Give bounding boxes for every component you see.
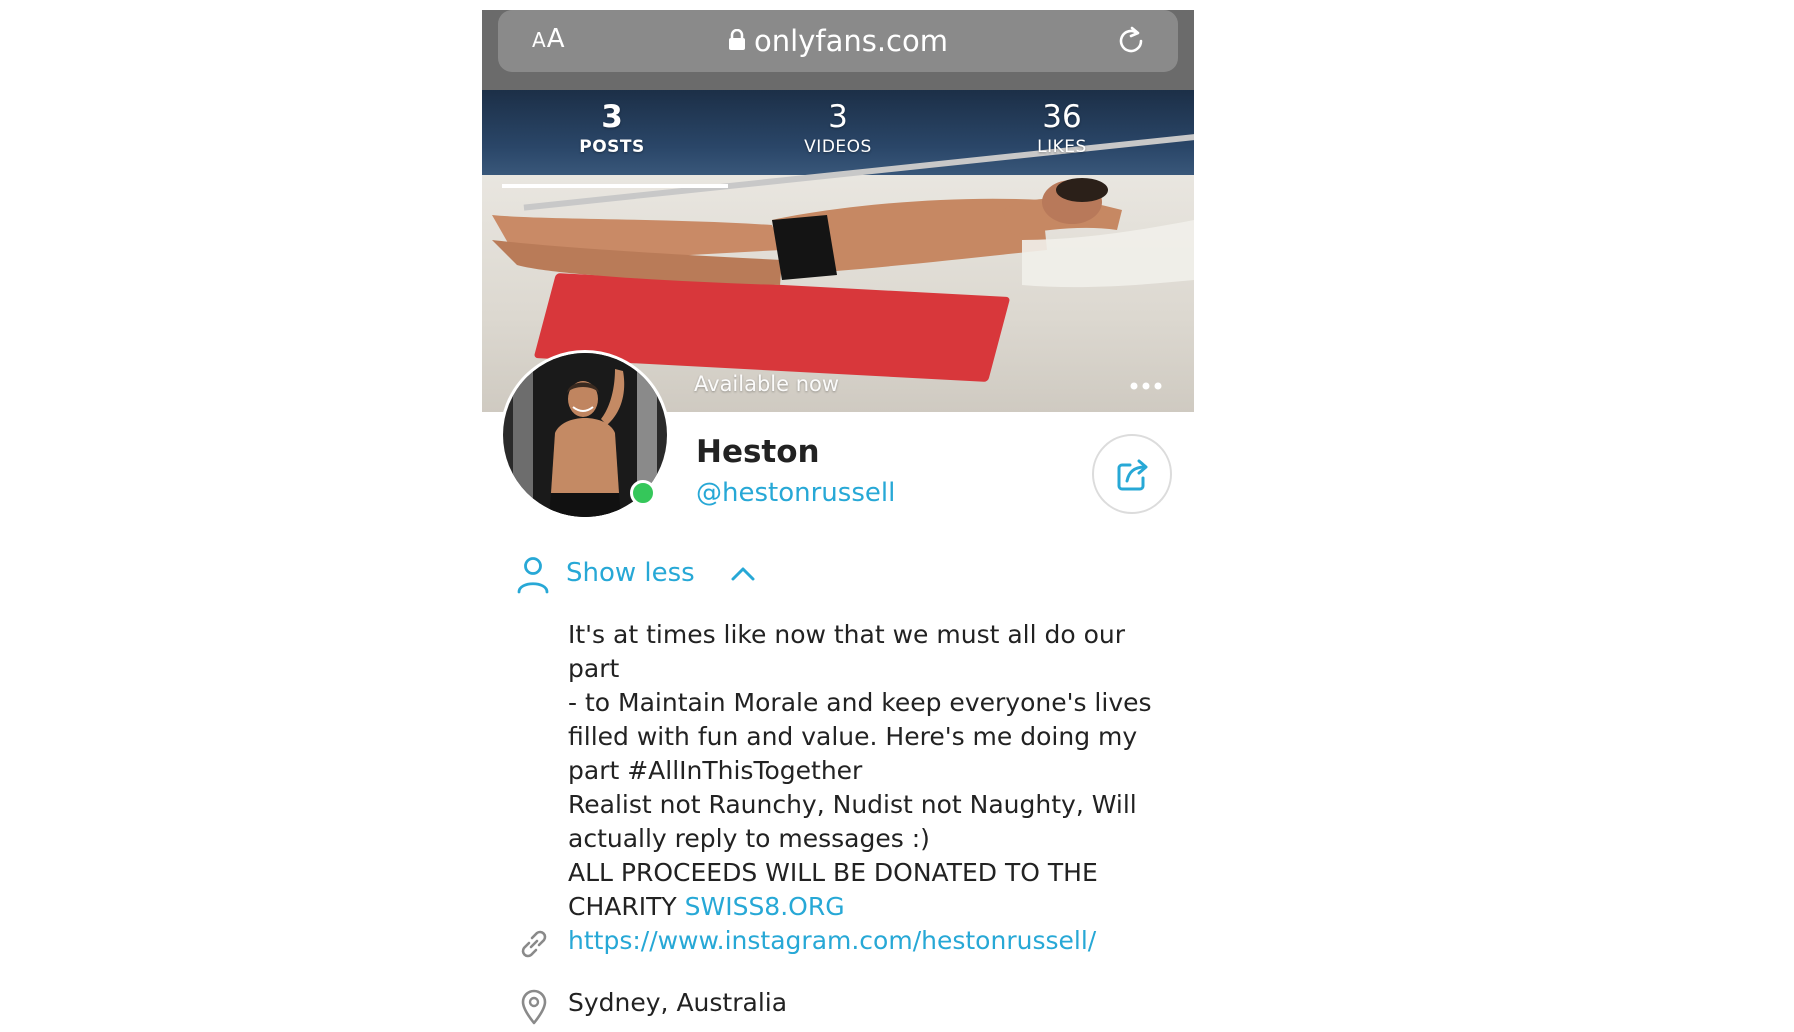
bio-line: part #AllInThisTogether	[568, 756, 863, 785]
charity-prefix: CHARITY	[568, 892, 677, 921]
stat-videos[interactable]: 3 VIDEOS	[738, 98, 938, 158]
username[interactable]: @hestonrussell	[696, 478, 895, 508]
profile-bio: It's at times like now that we must all …	[568, 618, 1168, 924]
charity-link[interactable]: SWISS8.ORG	[685, 892, 845, 921]
bio-line: actually reply to messages :)	[568, 824, 930, 853]
bio-line: Realist not Raunchy, Nudist not Naughty,…	[568, 790, 1137, 819]
stat-posts[interactable]: 3 POSTS	[512, 98, 712, 158]
stat-likes-count: 36	[1042, 99, 1082, 135]
stat-posts-count: 3	[601, 99, 623, 135]
online-indicator	[630, 480, 656, 506]
stat-posts-label: POSTS	[579, 137, 645, 157]
availability-status: Available now	[694, 372, 840, 396]
user-icon	[517, 557, 549, 594]
share-icon	[1117, 459, 1148, 491]
phone-screen: AA onlyfans.com 3 POSTS 3 VIDEOS 36 LIKE…	[482, 10, 1194, 1032]
url-display[interactable]: onlyfans.com	[498, 24, 1178, 58]
bio-line-charity: CHARITY SWISS8.ORG	[568, 890, 1168, 924]
bio-line: - to Maintain Morale and keep everyone's…	[568, 688, 1152, 717]
location-text: Sydney, Australia	[568, 988, 788, 1017]
url-text: onlyfans.com	[754, 24, 948, 58]
bio-line: It's at times like now that we must all …	[568, 620, 1126, 683]
more-icon[interactable]	[1128, 380, 1164, 392]
stat-likes-label: LIKES	[1037, 137, 1087, 157]
lock-icon	[729, 29, 746, 50]
url-field[interactable]: AA onlyfans.com	[498, 10, 1178, 72]
location-row: Sydney, Australia	[516, 986, 1186, 1026]
share-button[interactable]	[1092, 434, 1172, 514]
browser-address-bar: AA onlyfans.com	[482, 10, 1194, 90]
profile-stats: 3 POSTS 3 VIDEOS 36 LIKES	[482, 98, 1194, 188]
bio-line: ALL PROCEEDS WILL BE DONATED TO THE	[568, 858, 1098, 887]
reload-icon[interactable]	[1114, 24, 1148, 58]
chevron-up-icon	[731, 567, 755, 581]
link-icon	[521, 930, 547, 958]
location-pin-icon	[521, 989, 547, 1025]
show-less-label: Show less	[566, 558, 695, 588]
website-link[interactable]: https://www.instagram.com/hestonrussell/	[568, 926, 1096, 955]
stat-videos-count: 3	[828, 99, 848, 135]
stat-videos-label: VIDEOS	[804, 137, 872, 157]
active-tab-indicator	[502, 184, 728, 188]
website-row: https://www.instagram.com/hestonrussell/	[516, 924, 1186, 964]
stat-likes[interactable]: 36 LIKES	[962, 98, 1162, 158]
bio-line: filled with fun and value. Here's me doi…	[568, 722, 1138, 751]
display-name: Heston	[696, 434, 820, 470]
